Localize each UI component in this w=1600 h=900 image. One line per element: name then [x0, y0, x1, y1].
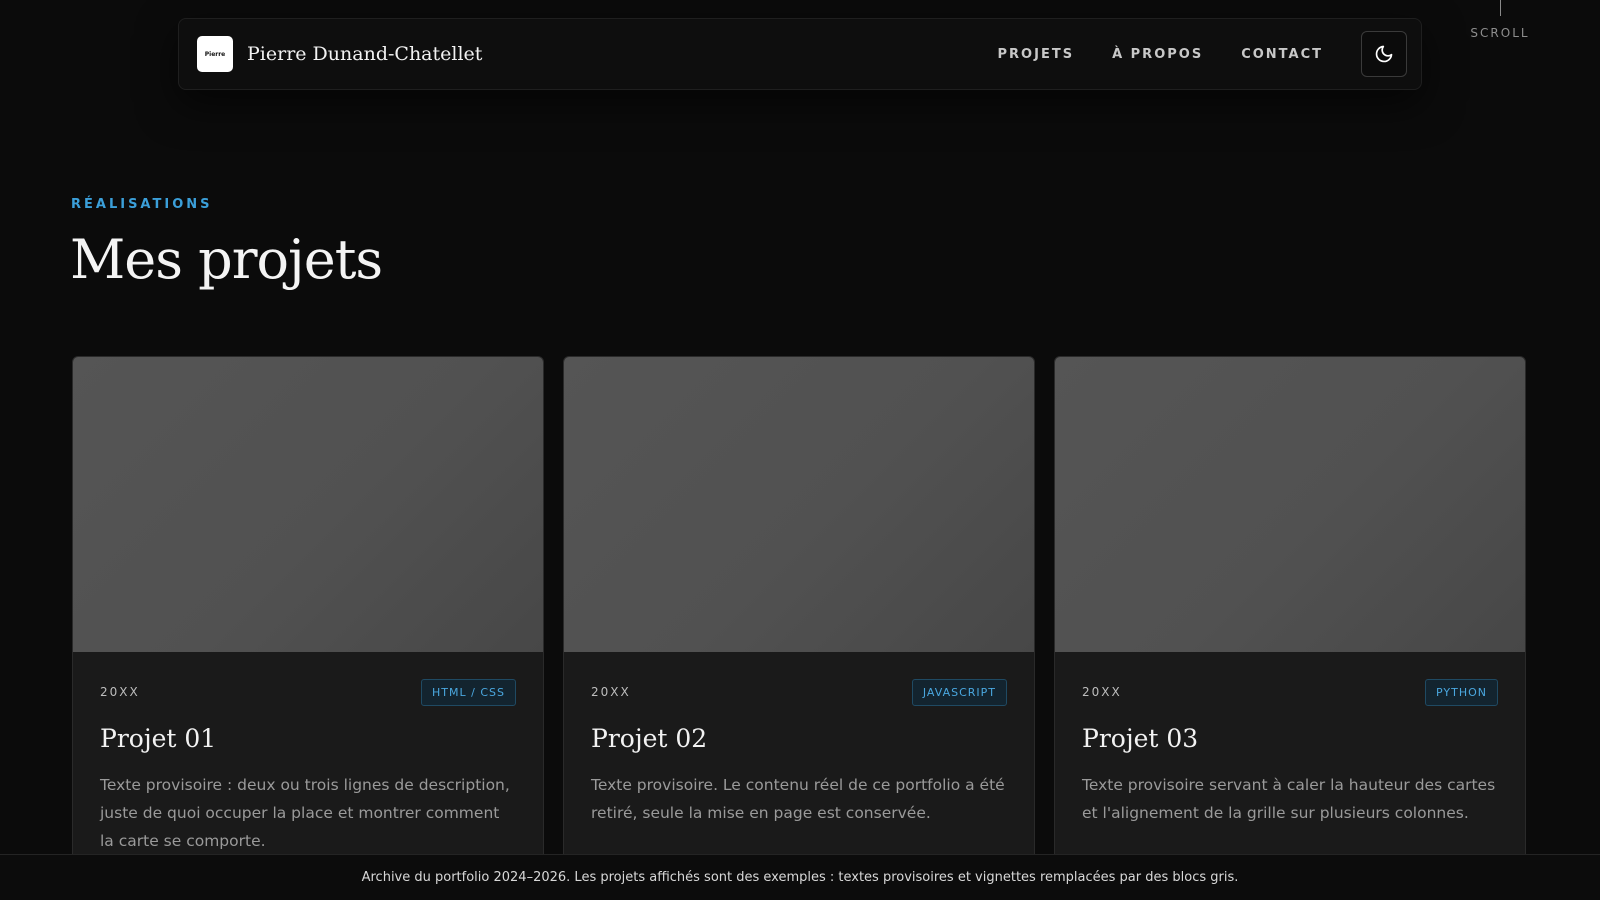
brand-name: Pierre Dunand-Chatellet	[247, 43, 483, 65]
project-meta: 20XX HTML / CSS	[100, 678, 516, 706]
scroll-indicator: SCROLL	[1452, 0, 1548, 40]
project-year: 20XX	[591, 685, 631, 699]
brand-logo: Pierre	[197, 36, 233, 72]
project-grid: 20XX HTML / CSS Projet 01 Texte provisoi…	[72, 356, 1528, 876]
project-title: Projet 01	[100, 724, 217, 753]
project-description: Texte provisoire servant à caler la haut…	[1082, 776, 1496, 822]
project-year: 20XX	[100, 685, 140, 699]
project-tag: JAVASCRIPT	[911, 678, 1007, 706]
brand-logo-text: Pierre	[204, 50, 226, 58]
project-card[interactable]: 20XX HTML / CSS Projet 01 Texte provisoi…	[72, 356, 544, 876]
project-thumbnail	[73, 357, 543, 652]
project-tag: HTML / CSS	[421, 678, 516, 706]
project-card[interactable]: 20XX JAVASCRIPT Projet 02 Texte provisoi…	[563, 356, 1035, 876]
section-eyebrow: RÉALISATIONS	[71, 197, 213, 212]
scroll-line	[1499, 0, 1501, 16]
project-description: Texte provisoire : deux ou trois lignes …	[100, 776, 510, 850]
navbar: Pierre Pierre Dunand-Chatellet PROJETS À…	[178, 18, 1422, 90]
nav-link-contact[interactable]: CONTACT	[1241, 47, 1323, 62]
project-thumbnail	[1055, 357, 1525, 652]
nav-link-projets[interactable]: PROJETS	[998, 47, 1075, 62]
project-card[interactable]: 20XX PYTHON Projet 03 Texte provisoire s…	[1054, 356, 1526, 876]
project-tag: PYTHON	[1425, 678, 1498, 706]
project-card-body: 20XX JAVASCRIPT Projet 02 Texte provisoi…	[564, 652, 1034, 827]
project-thumbnail	[564, 357, 1034, 652]
nav-link-a-propos[interactable]: À PROPOS	[1112, 47, 1203, 62]
project-description: Texte provisoire. Le contenu réel de ce …	[591, 776, 1005, 822]
project-meta: 20XX JAVASCRIPT	[591, 678, 1007, 706]
theme-toggle-button[interactable]	[1361, 31, 1407, 77]
project-card-body: 20XX HTML / CSS Projet 01 Texte provisoi…	[73, 652, 543, 855]
brand-link[interactable]: Pierre Pierre Dunand-Chatellet	[197, 36, 482, 72]
scroll-label: SCROLL	[1470, 26, 1530, 40]
page-title: Mes projets	[70, 228, 383, 291]
moon-icon	[1375, 45, 1393, 63]
project-year: 20XX	[1082, 685, 1122, 699]
footer-text: Archive du portfolio 2024–2026. Les proj…	[361, 870, 1239, 885]
nav-links: PROJETS À PROPOS CONTACT	[998, 31, 1407, 77]
project-title: Projet 02	[591, 724, 708, 753]
project-title: Projet 03	[1082, 724, 1199, 753]
footer: Archive du portfolio 2024–2026. Les proj…	[0, 854, 1600, 900]
project-card-body: 20XX PYTHON Projet 03 Texte provisoire s…	[1055, 652, 1525, 827]
project-meta: 20XX PYTHON	[1082, 678, 1498, 706]
